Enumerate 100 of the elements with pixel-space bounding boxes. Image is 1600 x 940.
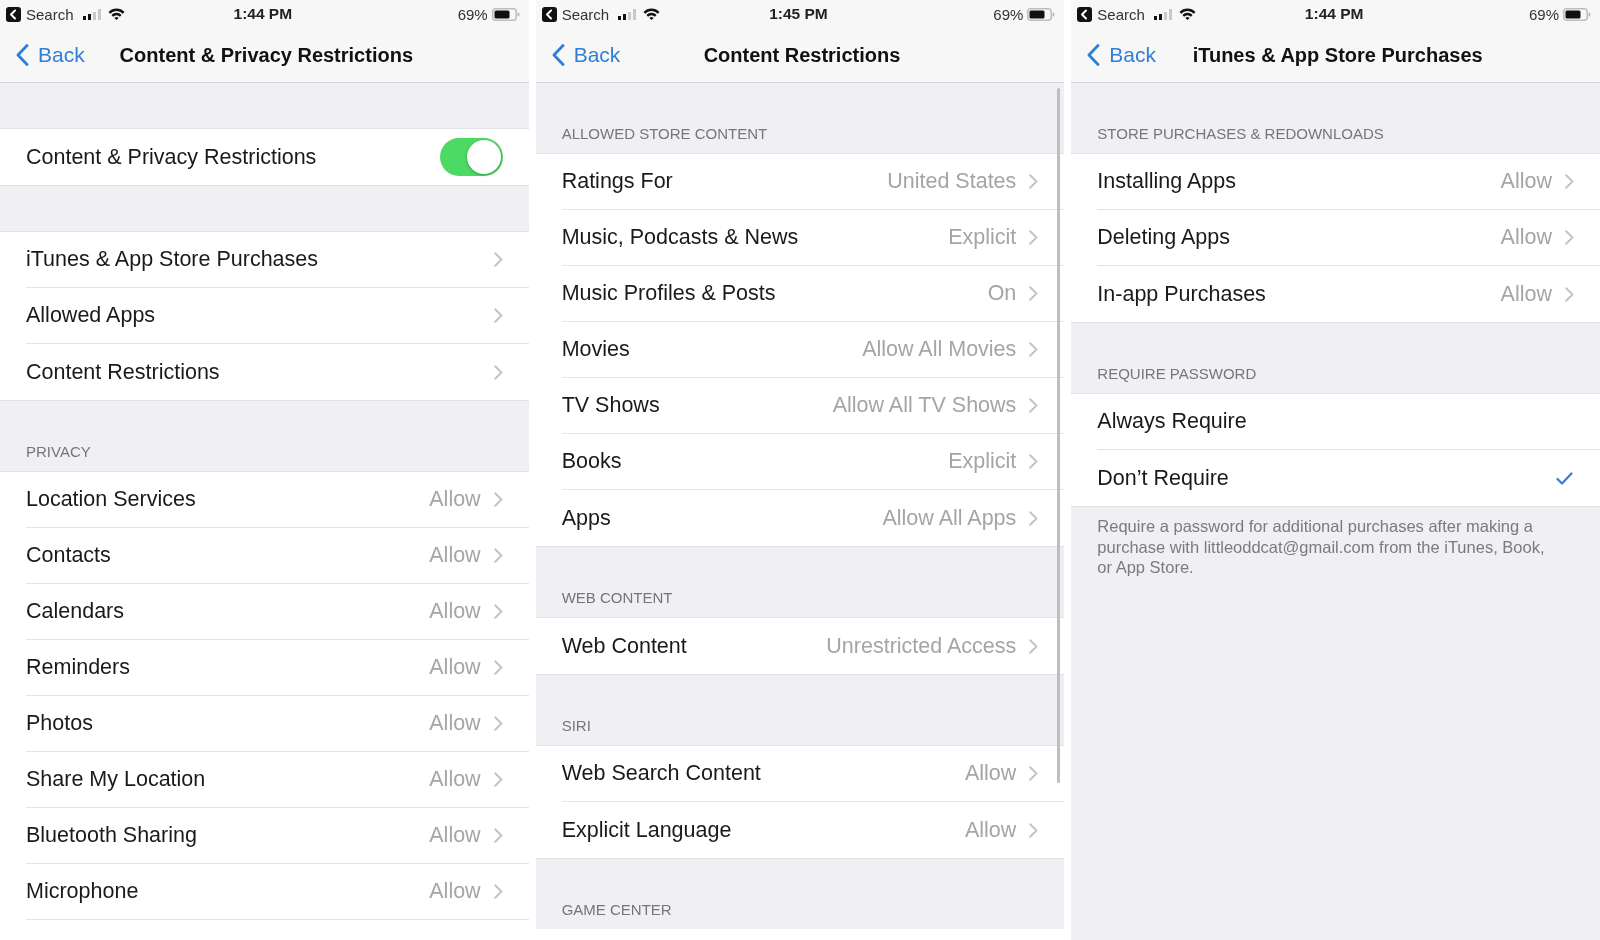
row-value: Allow All TV Shows (832, 393, 1017, 418)
row-value: Allow (429, 487, 481, 512)
row-label[interactable]: Share My Location (26, 767, 206, 792)
chevron-right-icon (493, 660, 503, 675)
row-value: Allow All Apps (882, 505, 1017, 531)
row-label[interactable]: iTunes & App Store Purchases (26, 247, 318, 272)
row-value: Allow All Movies (862, 337, 1017, 362)
wifi-icon (1178, 8, 1196, 20)
row-label[interactable]: Calendars (26, 599, 124, 624)
row-value: Allow (429, 767, 481, 792)
row-value: Explicit (948, 449, 1017, 474)
chevron-right-icon (1029, 286, 1039, 301)
chevron-right-icon (1029, 174, 1039, 189)
row-label[interactable]: Apps (561, 505, 611, 531)
chevron-left-icon (16, 44, 29, 66)
row-value: Allow (429, 823, 481, 848)
chevron-right-icon (493, 884, 503, 899)
row-label[interactable]: In-app Purchases (1097, 281, 1266, 307)
row-label[interactable]: Music, Podcasts & News (561, 225, 799, 250)
back-to-app-button[interactable]: Search (6, 5, 74, 23)
row-value: Allow (1500, 169, 1552, 194)
row-label[interactable]: Bluetooth Sharing (26, 823, 197, 848)
section-footer: Require a password for additional purchases after making a purchase with littleoddcat@gmail.com from the iTunes, Book, or App Store. (1071, 507, 1600, 578)
section-header: STORE PURCHASES & REDOWNLOADS (1097, 125, 1384, 142)
status-time: 1:44 PM (1304, 5, 1364, 23)
battery-icon (1563, 7, 1591, 21)
battery-percent: 69% (1528, 5, 1559, 23)
toggle-switch[interactable] (439, 138, 503, 176)
battery-percent: 69% (993, 5, 1024, 23)
row-value: Allow (1500, 281, 1552, 307)
chevron-right-icon (1029, 454, 1039, 469)
chevron-right-icon (493, 828, 503, 843)
signal-icon (618, 8, 638, 20)
row-value: United States (887, 169, 1017, 194)
battery-icon (1027, 7, 1056, 21)
chevron-right-icon (1029, 342, 1039, 357)
status-time: 1:45 PM (769, 5, 828, 23)
chevron-right-icon (493, 492, 503, 507)
row-label[interactable]: Explicit Language (561, 817, 732, 843)
section-header: REQUIRE PASSWORD (1097, 365, 1257, 382)
row-label[interactable]: Allowed Apps (26, 303, 156, 328)
wifi-icon (643, 8, 661, 20)
chevron-right-icon (493, 604, 503, 619)
chevron-square-icon (6, 6, 21, 22)
chevron-right-icon (493, 308, 503, 323)
row-value: On (987, 281, 1017, 306)
row-value: Allow (964, 817, 1017, 843)
chevron-right-icon (1029, 230, 1039, 245)
row-label[interactable]: Content Restrictions (26, 359, 220, 385)
row-label[interactable]: Contacts (26, 543, 111, 568)
row-value: Allow (429, 711, 481, 736)
chevron-right-icon (493, 772, 503, 787)
chevron-right-icon (1565, 174, 1574, 189)
signal-icon (1153, 8, 1173, 20)
wifi-icon (107, 8, 125, 20)
back-to-app-button[interactable]: Search (1077, 5, 1145, 23)
row-value: Unrestricted Access (826, 633, 1017, 659)
row-value: Explicit (948, 225, 1017, 250)
chevron-right-icon (1029, 398, 1039, 413)
row-value: Allow (429, 655, 481, 680)
row-label[interactable]: TV Shows (561, 393, 660, 418)
row-value: Allow (429, 599, 481, 624)
row-label[interactable]: Photos (26, 711, 93, 736)
row-label[interactable]: Web Search Content (561, 761, 761, 786)
back-to-app-button[interactable]: Search (541, 5, 610, 23)
row-label[interactable]: Microphone (26, 879, 139, 904)
row-label[interactable]: Reminders (26, 655, 130, 680)
chevron-right-icon (493, 716, 503, 731)
row-label[interactable]: Location Services (26, 487, 196, 512)
row-label[interactable]: Music Profiles & Posts (561, 281, 776, 306)
chevron-right-icon (493, 252, 503, 267)
row-label[interactable]: Ratings For (561, 169, 673, 194)
row-label: Content & Privacy Restrictions (26, 144, 317, 170)
back-button[interactable]: Back (551, 43, 621, 67)
nav-title: Content Restrictions (703, 43, 901, 67)
section-header: GAME CENTER (561, 901, 672, 918)
row-value: Allow (429, 879, 481, 904)
chevron-right-icon (1565, 230, 1574, 245)
row-label[interactable]: Books (561, 449, 622, 474)
chevron-left-icon (1087, 44, 1101, 66)
chevron-right-icon (1029, 638, 1039, 654)
chevron-square-icon (541, 6, 557, 22)
battery-icon (491, 7, 520, 21)
back-button[interactable]: Back (1087, 43, 1156, 67)
chevron-right-icon (1029, 822, 1039, 838)
row-label[interactable]: Deleting Apps (1097, 225, 1230, 250)
section-header: PRIVACY (26, 443, 91, 460)
chevron-right-icon (1029, 766, 1039, 781)
row-label[interactable]: Installing Apps (1097, 169, 1236, 194)
section-header: ALLOWED STORE CONTENT (561, 125, 768, 142)
nav-title: Content & Privacy Restrictions (119, 43, 414, 67)
chevron-right-icon (1029, 510, 1039, 526)
chevron-right-icon (493, 548, 503, 563)
battery-percent: 69% (457, 5, 488, 23)
row-label[interactable]: Web Content (561, 633, 687, 659)
back-button[interactable]: Back (16, 43, 85, 67)
row-label[interactable]: Movies (561, 337, 630, 362)
chevron-square-icon (1077, 6, 1093, 22)
signal-icon (82, 8, 102, 20)
row-value: Allow (964, 761, 1017, 786)
